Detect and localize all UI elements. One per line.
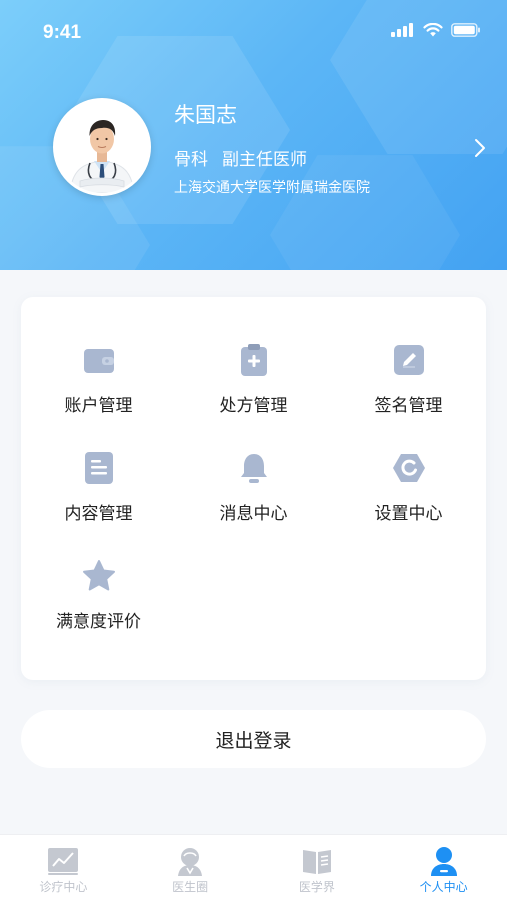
battery-icon	[451, 23, 480, 37]
star-icon	[82, 560, 115, 591]
menu-item-label: 账户管理	[64, 396, 133, 416]
tab-label: 医学界	[298, 880, 335, 894]
document-icon	[84, 452, 113, 484]
menu-item-content[interactable]: 内容管理	[21, 451, 176, 541]
doctor-name: 朱国志	[174, 103, 237, 127]
menu-item-label: 消息中心	[219, 504, 288, 524]
logout-button[interactable]: 退出登录	[21, 710, 486, 768]
settings-hex-icon	[392, 454, 425, 482]
doctor-avatar[interactable]	[53, 98, 151, 196]
menu-item-settings[interactable]: 设置中心	[331, 451, 486, 541]
doctor-circle-icon	[178, 848, 203, 876]
menu-item-label: 处方管理	[219, 396, 288, 416]
menu-item-label: 满意度评价	[56, 612, 141, 632]
menu-item-label: 设置中心	[374, 504, 443, 524]
tab-label: 个人中心	[419, 880, 468, 894]
wallet-icon	[83, 349, 114, 373]
menu-item-prescription[interactable]: 处方管理	[176, 343, 331, 433]
pen-sign-icon	[393, 345, 424, 375]
bottom-tab-bar: 诊疗中心 医生圈 医学界 个人中心	[0, 834, 507, 900]
tab-medical-world[interactable]: 医学界	[254, 835, 381, 900]
status-bar: 9:41	[0, 0, 507, 66]
menu-grid: 账户管理 处方管理 签名管理 内容管理 消息中心 设置中心 满意度评价	[21, 297, 486, 680]
prescription-clipboard-icon	[240, 344, 267, 376]
doctor-hospital: 上海交通大学医学附属瑞金医院	[174, 180, 370, 196]
tab-label: 医生圈	[172, 880, 209, 894]
book-icon	[302, 850, 331, 874]
menu-item-signature[interactable]: 签名管理	[331, 343, 486, 433]
menu-item-label: 内容管理	[64, 504, 133, 524]
doctor-title: 副主任医师	[222, 150, 307, 170]
status-icons	[391, 23, 481, 37]
tab-diagnosis-center[interactable]: 诊疗中心	[0, 835, 127, 900]
chart-icon	[48, 848, 79, 875]
profile-header: 9:41 朱国志 骨科 副主任医师 上海交通大学医学附属瑞金医院	[0, 0, 507, 270]
doctor-title-line: 骨科 副主任医师	[174, 145, 307, 170]
doctor-department: 骨科	[174, 150, 208, 170]
tab-doctor-circle[interactable]: 医生圈	[127, 835, 254, 900]
person-icon	[430, 847, 457, 876]
menu-item-account[interactable]: 账户管理	[21, 343, 176, 433]
doctor-avatar-image	[56, 101, 148, 193]
wifi-icon	[423, 23, 443, 37]
status-time: 9:41	[43, 22, 82, 43]
tab-personal-center[interactable]: 个人中心	[380, 835, 507, 900]
chevron-right-icon[interactable]	[473, 137, 487, 159]
menu-item-label: 签名管理	[374, 396, 443, 416]
signal-icon	[391, 23, 413, 37]
tab-label: 诊疗中心	[39, 880, 88, 894]
menu-item-satisfaction[interactable]: 满意度评价	[21, 559, 176, 649]
bell-icon	[240, 454, 267, 483]
menu-item-messages[interactable]: 消息中心	[176, 451, 331, 541]
